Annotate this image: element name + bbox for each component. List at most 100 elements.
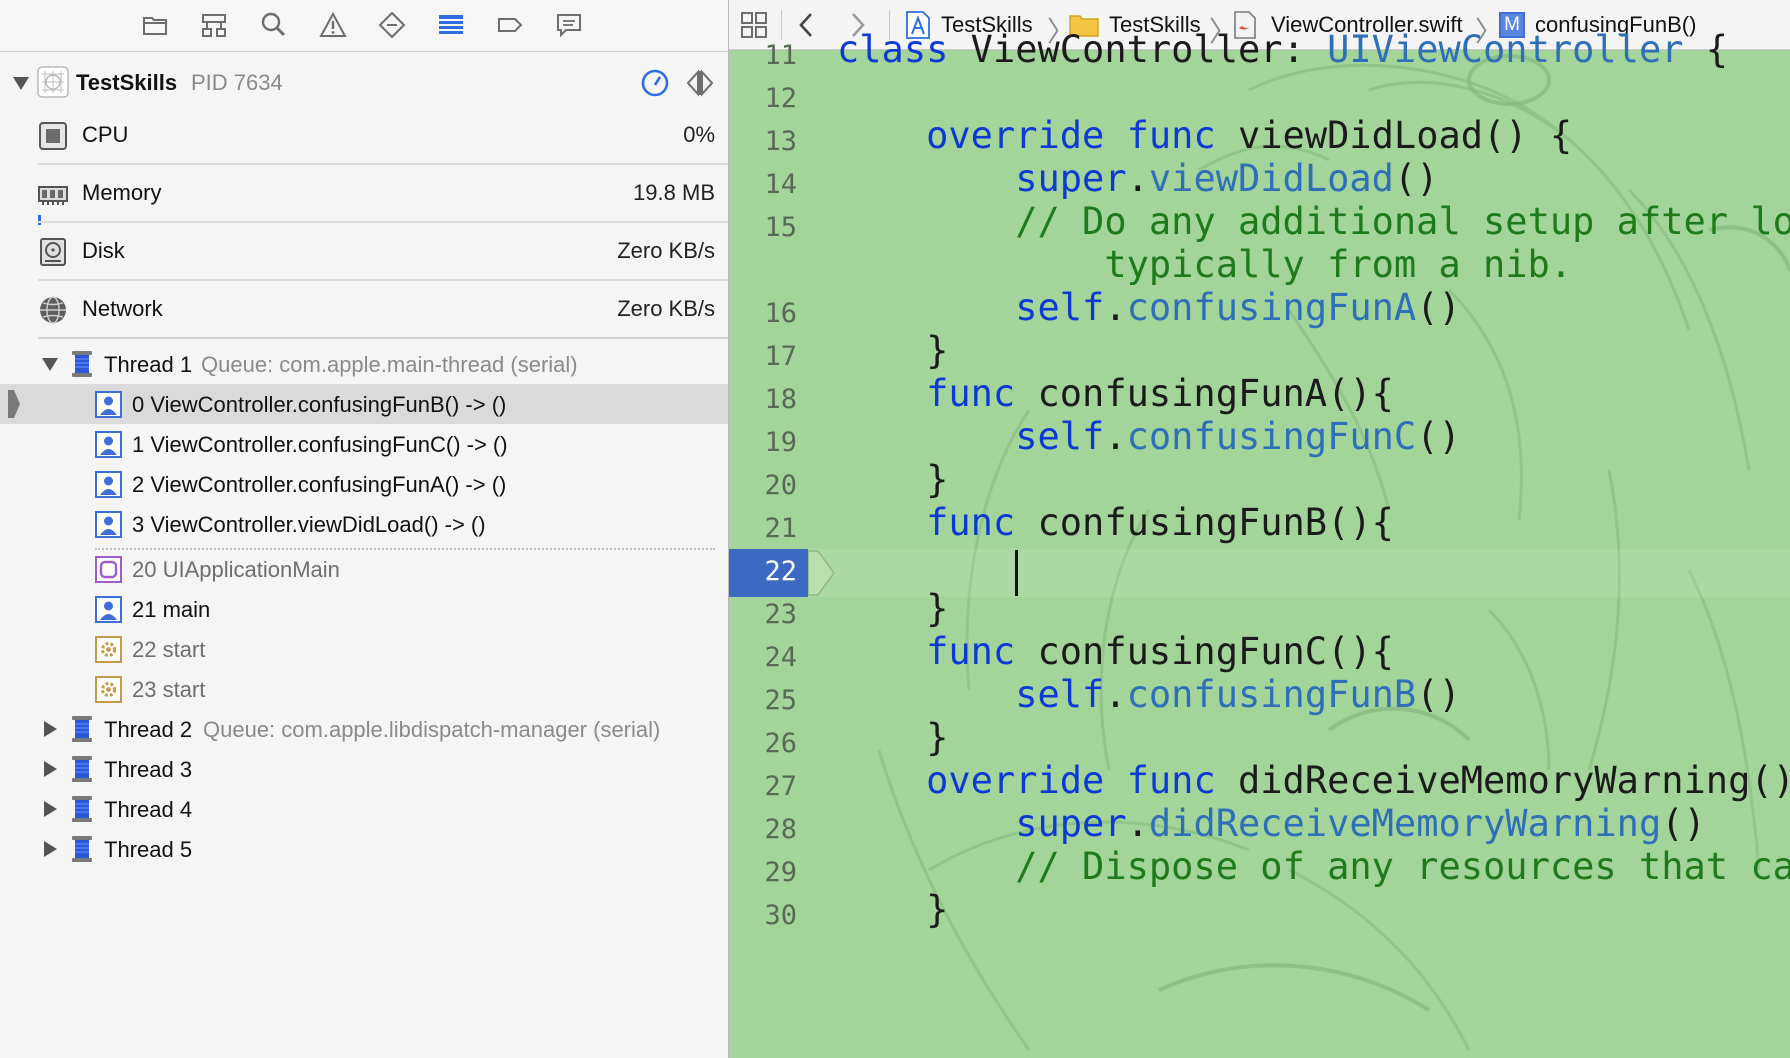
globe-network-icon: [40, 296, 66, 324]
thread-row-5[interactable]: Thread 5: [0, 829, 728, 869]
code-line[interactable]: self.confusingFunA(): [837, 286, 1461, 329]
code-token: func: [1126, 759, 1216, 802]
code-token: super: [1015, 802, 1127, 845]
code-token: func: [926, 372, 1016, 415]
disclosure-triangle-expanded[interactable]: [42, 358, 58, 371]
stack-frame-row[interactable]: 1 ViewController.confusingFunC() -> (): [0, 424, 728, 464]
code-line[interactable]: override func didReceiveMemoryWarning() …: [837, 759, 1790, 802]
code-line[interactable]: }: [837, 458, 948, 501]
code-line[interactable]: }: [837, 716, 948, 759]
process-view-options-icon[interactable]: [684, 68, 716, 98]
debug-navigator-tab[interactable]: [434, 8, 468, 42]
thread-spool-icon: [72, 716, 92, 742]
code-token: UIViewController: [1327, 28, 1684, 71]
code-token: override: [926, 114, 1105, 157]
code-token: (): [1661, 802, 1706, 845]
stack-frame-row[interactable]: 21 main: [0, 589, 728, 629]
code-line[interactable]: override func viewDidLoad() {: [837, 114, 1572, 157]
framework-frame-icon: [95, 556, 122, 583]
system-frame-icon: [95, 636, 122, 663]
stack-frame-row[interactable]: 3 ViewController.viewDidLoad() -> (): [0, 504, 728, 544]
code-line[interactable]: self.confusingFunB(): [837, 673, 1461, 716]
disclosure-triangle-collapsed[interactable]: [44, 841, 57, 857]
code-line[interactable]: super.didReceiveMemoryWarning(): [837, 802, 1706, 845]
stack-frame-row[interactable]: 0 ViewController.confusingFunB() -> (): [0, 384, 728, 424]
breakpoint-navigator-tab[interactable]: [493, 8, 527, 42]
diamond-icon: [378, 11, 406, 39]
thread-row-1[interactable]: Thread 1 Queue: com.apple.main-thread (s…: [0, 344, 728, 384]
report-navigator-tab[interactable]: [552, 8, 586, 42]
project-navigator-tab[interactable]: [138, 8, 172, 42]
cpu-gauge[interactable]: CPU 0%: [0, 107, 728, 165]
memory-label: Memory: [82, 180, 162, 205]
memory-value: 19.8 MB: [633, 180, 715, 205]
code-area[interactable]: class ViewController: UIViewController {…: [729, 0, 1790, 1058]
user-frame-icon: [95, 431, 122, 458]
code-line[interactable]: }: [837, 888, 948, 931]
thread-row-3[interactable]: Thread 3: [0, 749, 728, 789]
code-token: .: [1104, 673, 1127, 716]
code-token: confusingFunB(){: [1015, 501, 1394, 544]
disk-gauge[interactable]: Disk Zero KB/s: [0, 223, 728, 281]
disclosure-triangle-collapsed[interactable]: [44, 721, 57, 737]
gauge-toggle-icon[interactable]: [640, 68, 670, 98]
code-line[interactable]: super.viewDidLoad(): [837, 157, 1439, 200]
network-label: Network: [82, 296, 163, 321]
code-line[interactable]: func confusingFunB(){: [837, 501, 1394, 544]
code-line[interactable]: // Do any additional setup after loading…: [837, 200, 1790, 243]
stack-frame-label: 2 ViewController.confusingFunA() -> (): [132, 472, 507, 497]
disclosure-triangle-expanded[interactable]: [13, 77, 29, 90]
issue-navigator-tab[interactable]: [316, 8, 350, 42]
code-token: (): [1416, 415, 1461, 458]
code-line[interactable]: func confusingFunA(){: [837, 372, 1394, 415]
memory-gauge[interactable]: Memory 19.8 MB: [0, 165, 728, 225]
stack-frame-row[interactable]: 22 start: [0, 629, 728, 669]
network-gauge[interactable]: Network Zero KB/s: [0, 281, 728, 339]
code-token: confusingFunA(){: [1015, 372, 1394, 415]
code-line[interactable]: }: [837, 329, 948, 372]
speech-bubble-icon: [557, 14, 581, 38]
code-token: didReceiveMemoryWarning() {: [1215, 759, 1790, 802]
stack-frame-label: 1 ViewController.confusingFunC() -> (): [132, 432, 508, 457]
code-line[interactable]: // Dispose of any resources that can be …: [837, 845, 1790, 888]
code-line[interactable]: class ViewController: UIViewController {: [837, 28, 1728, 71]
code-line[interactable]: typically from a nib.: [837, 243, 1572, 286]
thread-row-2[interactable]: Thread 2 Queue: com.apple.libdispatch-ma…: [0, 709, 728, 749]
code-token: (): [1393, 157, 1439, 200]
disk-value: Zero KB/s: [617, 238, 715, 263]
stack-frame-label: 22 start: [132, 637, 206, 662]
code-line[interactable]: func confusingFunC(){: [837, 630, 1394, 673]
code-token: func: [926, 501, 1016, 544]
user-frame-icon: [95, 391, 122, 418]
disclosure-triangle-collapsed[interactable]: [44, 761, 57, 777]
code-token: didReceiveMemoryWarning: [1148, 802, 1662, 845]
code-token: (): [1416, 673, 1461, 716]
test-navigator-tab[interactable]: [375, 8, 409, 42]
hard-disk-icon: [40, 238, 66, 266]
code-line[interactable]: }: [837, 587, 948, 630]
code-token: .: [1104, 286, 1127, 329]
find-navigator-tab[interactable]: [256, 8, 290, 42]
current-line-highlight: [808, 549, 1790, 597]
thread-2-label: Thread 2: [104, 717, 193, 742]
symbol-navigator-tab[interactable]: [197, 8, 231, 42]
source-editor[interactable]: TestSkills 〉 TestSkills 〉 ViewController…: [729, 0, 1790, 1058]
instruction-pointer-icon[interactable]: [808, 549, 836, 597]
stack-frame-row[interactable]: 20 UIApplicationMain: [0, 549, 728, 589]
system-frame-icon: [95, 676, 122, 703]
disclosure-triangle-collapsed[interactable]: [44, 801, 57, 817]
process-row[interactable]: TestSkills PID 7634: [0, 58, 728, 108]
stack-frame-row[interactable]: 23 start: [0, 669, 728, 709]
thread-row-4[interactable]: Thread 4: [0, 789, 728, 829]
stack-frame-row[interactable]: 2 ViewController.confusingFunA() -> (): [0, 464, 728, 504]
code-line[interactable]: self.confusingFunC(): [837, 415, 1461, 458]
code-token: .: [1126, 157, 1149, 200]
